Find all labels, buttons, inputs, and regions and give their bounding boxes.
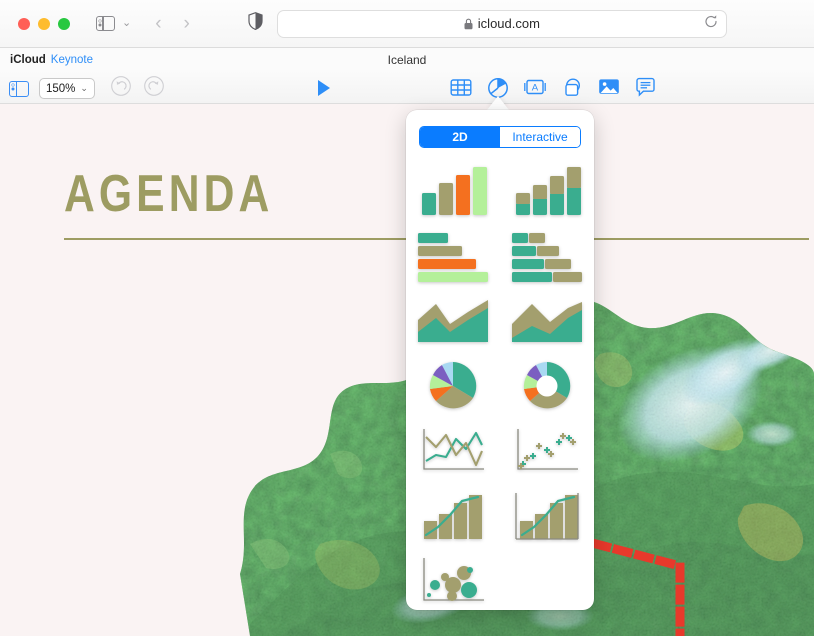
undo-button[interactable] bbox=[110, 75, 132, 102]
insert-chart-button[interactable] bbox=[487, 77, 509, 98]
chart-type-two-axis-chart[interactable] bbox=[500, 483, 594, 548]
chart-mode-segmented-control: 2D Interactive bbox=[419, 126, 581, 148]
sidebar-icon bbox=[96, 16, 115, 31]
slide-title[interactable]: AGENDA bbox=[64, 164, 273, 224]
svg-text:A: A bbox=[532, 83, 539, 94]
minimize-button[interactable] bbox=[38, 17, 50, 30]
chart-type-line-chart[interactable] bbox=[406, 418, 500, 483]
zoom-level-label: 150% bbox=[46, 82, 76, 95]
insert-media-button[interactable] bbox=[598, 77, 620, 98]
zoom-button[interactable] bbox=[58, 17, 70, 30]
document-title: Iceland bbox=[387, 52, 427, 67]
chart-type-popover: 2D Interactive bbox=[406, 110, 594, 610]
chevron-down-icon[interactable]: ⌄ bbox=[122, 18, 131, 29]
keynote-titlebar: iCloud Keynote Iceland bbox=[0, 48, 814, 71]
forward-button[interactable]: › bbox=[184, 14, 190, 33]
navigation-arrows: ‹ › bbox=[155, 14, 190, 33]
toolbar-left-group: 150% ⌄ bbox=[9, 75, 165, 102]
chart-type-stacked-column-chart[interactable] bbox=[500, 158, 594, 223]
chart-type-scatter-chart[interactable] bbox=[500, 418, 594, 483]
redo-button[interactable] bbox=[143, 75, 165, 102]
chevron-down-icon: ⌄ bbox=[80, 83, 88, 93]
insert-text-button[interactable]: A bbox=[524, 77, 546, 98]
close-button[interactable] bbox=[18, 17, 30, 30]
segment-2d[interactable]: 2D bbox=[420, 127, 500, 147]
keynote-toolbar: 150% ⌄ A bbox=[0, 71, 814, 104]
window-controls bbox=[18, 17, 70, 30]
chart-type-stacked-area-chart[interactable] bbox=[500, 288, 594, 353]
comment-button[interactable] bbox=[635, 77, 657, 98]
popover-arrow bbox=[487, 96, 509, 110]
chart-type-combo-chart[interactable] bbox=[406, 483, 500, 548]
url-host: icloud.com bbox=[477, 16, 540, 31]
insert-table-button[interactable] bbox=[450, 77, 472, 98]
chart-type-pie-chart[interactable] bbox=[406, 353, 500, 418]
chart-type-column-chart[interactable] bbox=[406, 158, 500, 223]
chart-type-stacked-bar-chart[interactable] bbox=[500, 223, 594, 288]
browser-toolbar: ⌄ ‹ › icloud.com bbox=[0, 0, 814, 48]
lock-icon bbox=[464, 18, 473, 29]
back-button[interactable]: ‹ bbox=[155, 14, 161, 33]
view-sidebar-icon bbox=[9, 80, 29, 97]
url-bar[interactable]: icloud.com bbox=[276, 9, 727, 38]
chart-type-grid bbox=[406, 158, 594, 613]
zoom-select[interactable]: 150% ⌄ bbox=[39, 78, 95, 99]
browser-sidebar-toggle[interactable]: ⌄ bbox=[96, 16, 131, 31]
toolbar-insert-group: A bbox=[450, 77, 657, 98]
insert-shape-button[interactable] bbox=[561, 77, 583, 98]
chart-type-bubble-chart[interactable] bbox=[406, 548, 500, 613]
chart-type-bar-chart[interactable] bbox=[406, 223, 500, 288]
url-text-group: icloud.com bbox=[464, 16, 540, 31]
chart-type-donut-chart[interactable] bbox=[500, 353, 594, 418]
undo-redo-group bbox=[110, 75, 165, 102]
chart-type-area-chart[interactable] bbox=[406, 288, 500, 353]
play-button[interactable] bbox=[315, 79, 333, 102]
privacy-shield-icon[interactable] bbox=[248, 12, 263, 35]
reload-icon[interactable] bbox=[704, 14, 718, 33]
segment-interactive[interactable]: Interactive bbox=[500, 127, 580, 147]
safari-keynote-window: ⌄ ‹ › icloud.com iCloud Keynote Iceland … bbox=[0, 0, 814, 636]
sidebar-toggle-button[interactable] bbox=[9, 80, 29, 97]
